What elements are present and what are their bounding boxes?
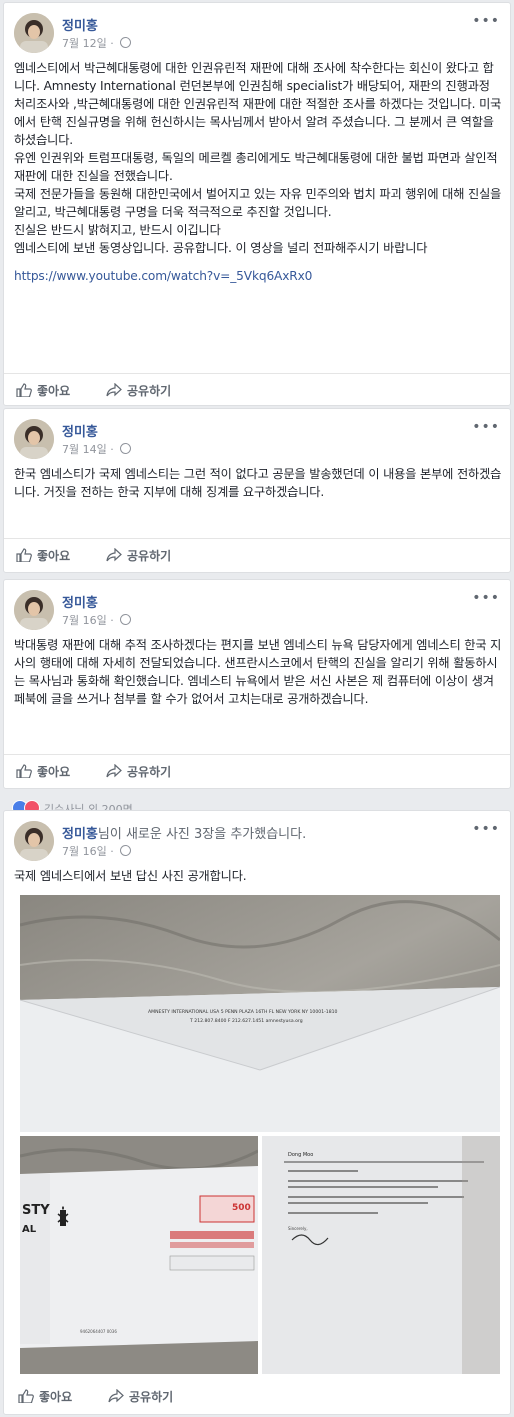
like-label: 좋아요 — [37, 384, 71, 398]
thumbs-up-icon — [16, 764, 32, 779]
svg-text:9462064407 0036: 9462064407 0036 — [80, 1329, 117, 1334]
share-arrow-icon — [106, 382, 122, 397]
share-button[interactable]: 공유하기 — [106, 763, 171, 780]
post-actions: 좋아요 공유하기 — [4, 1380, 510, 1412]
post-2: 정미홍 7월 14일 · ••• 한국 엠네스티가 국제 엠네스티는 그런 적이… — [3, 408, 511, 573]
post-actions: 좋아요 공유하기 — [4, 373, 510, 406]
post-meta: 7월 12일 · — [62, 35, 132, 51]
author-line: 정미홍님이 새로운 사진 3장을 추가했습니다. — [62, 823, 306, 842]
like-button[interactable]: 좋아요 — [16, 547, 70, 564]
like-button[interactable]: 좋아요 — [16, 382, 70, 399]
share-arrow-icon — [108, 1388, 124, 1403]
share-button[interactable]: 공유하기 — [106, 547, 171, 564]
post-meta: 7월 16일 · — [62, 612, 132, 628]
photo-envelope-back[interactable]: AMNESTY INTERNATIONAL USA 5 PENN PLAZA 1… — [20, 895, 500, 1132]
post-1: 정미홍 7월 12일 · ••• 엠네스티에서 박근혜대통령에 대한 인권유린적… — [3, 2, 511, 406]
thumbs-up-icon — [18, 1389, 34, 1404]
post-3: 정미홍 7월 16일 · ••• 박대통령 재판에 대해 추적 조사하겠다는 편… — [3, 579, 511, 789]
post-header: 정미홍님이 새로운 사진 3장을 추가했습니다. 7월 16일 · ••• — [14, 821, 500, 861]
post-date[interactable]: 7월 16일 — [62, 614, 107, 627]
like-button[interactable]: 좋아요 — [16, 763, 70, 780]
author-name[interactable]: 정미홍 — [62, 827, 98, 842]
post-body: 국제 엠네스티에서 보낸 답신 사진 공개합니다. — [14, 867, 502, 885]
more-options-icon[interactable]: ••• — [472, 13, 500, 29]
more-options-icon[interactable]: ••• — [472, 821, 500, 837]
avatar[interactable] — [14, 419, 54, 459]
avatar[interactable] — [14, 590, 54, 630]
svg-text:AL: AL — [22, 1224, 37, 1235]
post-paragraph: 엠네스티에서 박근혜대통령에 대한 인권유린적 재판에 대해 조사에 착수한다는… — [14, 61, 502, 147]
more-options-icon[interactable]: ••• — [472, 419, 500, 435]
globe-icon — [120, 443, 132, 454]
post-meta: 7월 16일 · — [62, 843, 132, 859]
envelope-phone-text: T 212.807.8400 F 212.627.1451 amnestyusa… — [189, 1018, 303, 1024]
share-label: 공유하기 — [129, 1390, 174, 1404]
avatar[interactable] — [14, 821, 54, 861]
post-paragraph: 진실은 반드시 밝혀지고, 반드시 이깁니다 — [14, 223, 221, 237]
post-paragraph: 엠네스티에 보낸 동영상입니다. 공유합니다. 이 영상을 널리 전파해주시기 … — [14, 241, 428, 255]
like-label: 좋아요 — [37, 549, 71, 563]
more-options-icon[interactable]: ••• — [472, 590, 500, 606]
post-actions: 좋아요 공유하기 — [4, 754, 510, 787]
share-button[interactable]: 공유하기 — [108, 1388, 173, 1405]
post-4: 정미홍님이 새로운 사진 3장을 추가했습니다. 7월 16일 · ••• 국제… — [3, 810, 511, 1415]
avatar[interactable] — [14, 13, 54, 53]
post-body: 박대통령 재판에 대해 추적 조사하겠다는 편지를 보낸 엠네스티 뉴욕 담당자… — [14, 636, 502, 708]
share-label: 공유하기 — [127, 765, 172, 779]
youtube-link[interactable]: https://www.youtube.com/watch?v=_5Vkq6Ax… — [14, 269, 312, 283]
share-arrow-icon — [106, 547, 122, 562]
share-label: 공유하기 — [127, 384, 172, 398]
letter-greeting: Dong Moo — [288, 1152, 313, 1158]
globe-icon — [120, 37, 132, 48]
thumbs-up-icon — [16, 548, 32, 563]
post-paragraph: 국제 전문가들을 동원해 대한민국에서 벌어지고 있는 자유 민주의와 법치 파… — [14, 187, 502, 219]
post-date[interactable]: 7월 16일 — [62, 845, 107, 858]
globe-icon — [120, 845, 132, 856]
post-header: 정미홍 7월 16일 · ••• — [14, 590, 500, 630]
post-body: 한국 엠네스티가 국제 엠네스티는 그런 적이 없다고 공문을 발송했던데 이 … — [14, 465, 502, 501]
like-button[interactable]: 좋아요 — [18, 1388, 72, 1405]
svg-text:500: 500 — [232, 1203, 251, 1213]
activity-text: 님이 새로운 사진 3장을 추가했습니다. — [97, 827, 307, 842]
author-name[interactable]: 정미홍 — [62, 592, 98, 611]
post-date[interactable]: 7월 12일 — [62, 37, 107, 50]
post-paragraph: 유엔 인권위와 트럼프대통령, 독일의 메르켈 총리에게도 박근혜대통령에 대한… — [14, 151, 498, 183]
share-button[interactable]: 공유하기 — [106, 382, 171, 399]
post-header: 정미홍 7월 12일 · ••• — [14, 13, 500, 53]
share-arrow-icon — [106, 763, 122, 778]
photo-envelope-front[interactable]: STY AL 500 9462064407 0036 — [20, 1136, 258, 1374]
post-header: 정미홍 7월 14일 · ••• — [14, 419, 500, 459]
envelope-address-text: AMNESTY INTERNATIONAL USA 5 PENN PLAZA 1… — [148, 1009, 338, 1015]
letter-closing: Sincerely, — [288, 1226, 308, 1231]
svg-text:STY: STY — [22, 1203, 50, 1218]
post-actions: 좋아요 공유하기 — [4, 538, 510, 571]
like-label: 좋아요 — [37, 765, 71, 779]
share-label: 공유하기 — [127, 549, 172, 563]
like-label: 좋아요 — [39, 1390, 73, 1404]
post-paragraph: 한국 엠네스티가 국제 엠네스티는 그런 적이 없다고 공문을 발송했던데 이 … — [14, 467, 502, 499]
globe-icon — [120, 614, 132, 625]
post-meta: 7월 14일 · — [62, 441, 132, 457]
post-paragraph: 박대통령 재판에 대해 추적 조사하겠다는 편지를 보낸 엠네스티 뉴욕 담당자… — [14, 638, 502, 706]
post-date[interactable]: 7월 14일 — [62, 443, 107, 456]
author-name[interactable]: 정미홍 — [62, 421, 98, 440]
thumbs-up-icon — [16, 383, 32, 398]
post-paragraph: 국제 엠네스티에서 보낸 답신 사진 공개합니다. — [14, 869, 247, 883]
author-name[interactable]: 정미홍 — [62, 15, 98, 34]
photo-letter[interactable]: Dong Moo Sincerely, — [262, 1136, 500, 1374]
post-body: 엠네스티에서 박근혜대통령에 대한 인권유린적 재판에 대해 조사에 착수한다는… — [14, 59, 502, 285]
